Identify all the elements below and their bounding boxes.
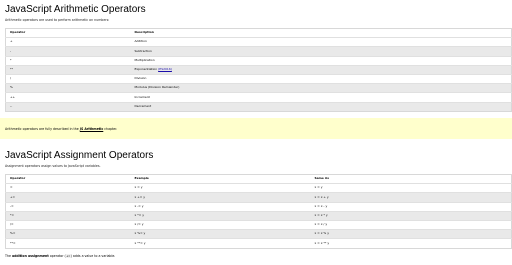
operator-cell: -- — [5, 101, 131, 112]
column-header: Operator — [5, 174, 131, 184]
description-cell: Exponentiation (ES2016) — [130, 64, 512, 75]
arithmetic-intro: Arithmetic operators are used to perform… — [5, 18, 110, 22]
table-row: /= x /= y x = x / y — [5, 219, 512, 230]
assignment-heading: JavaScript Assignment Operators — [5, 150, 154, 161]
description-cell: Addition — [130, 37, 512, 47]
operator-cell: ** — [5, 64, 131, 75]
operator-cell: /= — [5, 219, 131, 230]
same-as-cell: x = y — [310, 183, 512, 193]
table-row: / Division — [5, 73, 512, 84]
footer-middle: operator ( — [48, 254, 66, 258]
table-row: * Multiplication — [5, 55, 512, 66]
js-arithmetic-link[interactable]: JS Arithmetic — [80, 127, 104, 131]
description-text: Exponentiation — [134, 67, 158, 72]
operator-cell: + — [5, 37, 131, 47]
note-panel: Arithmetic operators are fully described… — [0, 118, 512, 139]
description-cell: Subtraction — [130, 46, 512, 57]
operator-cell: -= — [5, 201, 131, 212]
column-header: Same As — [310, 174, 512, 184]
example-cell: x *= y — [130, 210, 311, 221]
table-row: += x += y x = x + y — [5, 192, 512, 203]
addition-assignment-text: The addition assignment operator (+=) ad… — [5, 254, 115, 258]
operator-cell: ++ — [5, 92, 131, 102]
same-as-cell: x = x / y — [310, 219, 512, 230]
arithmetic-heading: JavaScript Arithmetic Operators — [5, 4, 146, 15]
example-cell: x = y — [130, 183, 311, 193]
table-header-row: Operator Example Same As — [5, 174, 512, 184]
table-row: %= x %= y x = x % y — [5, 229, 512, 239]
es2016-link[interactable]: (ES2016) — [158, 67, 172, 71]
description-cell: Decrement — [130, 101, 512, 112]
description-cell: Modulus (Division Remainder) — [130, 83, 512, 93]
operator-cell: / — [5, 73, 131, 84]
same-as-cell: x = x % y — [310, 229, 512, 239]
table-row: -= x -= y x = x - y — [5, 201, 512, 212]
same-as-cell: x = x ** y — [310, 238, 512, 248]
note-text: Arithmetic operators are fully described… — [5, 127, 117, 131]
note-suffix: chapter. — [103, 126, 118, 131]
column-header: Operator — [5, 28, 131, 38]
operator-cell: % — [5, 83, 131, 93]
note-prefix: Arithmetic operators are fully described… — [5, 126, 80, 131]
footer-bold: addition assignment — [11, 254, 49, 258]
column-header: Example — [130, 174, 311, 184]
operator-cell: **= — [5, 238, 131, 248]
same-as-cell: x = x * y — [310, 210, 512, 221]
operator-cell: %= — [5, 229, 131, 239]
operator-cell: * — [5, 55, 131, 66]
table-row: + Addition — [5, 37, 512, 47]
same-as-cell: x = x - y — [310, 201, 512, 212]
assignment-intro: Assignment operators assign values to Ja… — [5, 164, 101, 168]
table-row: ** Exponentiation (ES2016) — [5, 64, 512, 75]
arithmetic-table: Operator Description + Addition - Subtra… — [5, 28, 512, 112]
column-header: Description — [130, 28, 512, 38]
operator-cell: *= — [5, 210, 131, 221]
example-cell: x **= y — [130, 238, 311, 248]
example-cell: x %= y — [130, 229, 311, 239]
table-row: -- Decrement — [5, 101, 512, 112]
description-cell: Division — [130, 73, 512, 84]
table-row: ++ Increment — [5, 92, 512, 102]
example-cell: x -= y — [130, 201, 311, 212]
assignment-table: Operator Example Same As = x = y x = y +… — [5, 174, 512, 249]
table-row: = x = y x = y — [5, 183, 512, 193]
operator-cell: - — [5, 46, 131, 57]
same-as-cell: x = x + y — [310, 192, 512, 203]
operator-cell: += — [5, 192, 131, 203]
table-row: % Modulus (Division Remainder) — [5, 83, 512, 93]
footer-suffix: ) adds a value to a variable. — [70, 254, 116, 258]
example-cell: x /= y — [130, 219, 311, 230]
description-cell: Multiplication — [130, 55, 512, 66]
example-cell: x += y — [130, 192, 311, 203]
table-row: **= x **= y x = x ** y — [5, 238, 512, 248]
table-row: - Subtraction — [5, 46, 512, 57]
description-cell: Increment — [130, 92, 512, 102]
table-row: *= x *= y x = x * y — [5, 210, 512, 221]
page: JavaScript Arithmetic Operators Arithmet… — [0, 0, 512, 265]
footer-prefix: The — [5, 254, 12, 258]
table-header-row: Operator Description — [5, 28, 512, 38]
operator-cell: = — [5, 183, 131, 193]
